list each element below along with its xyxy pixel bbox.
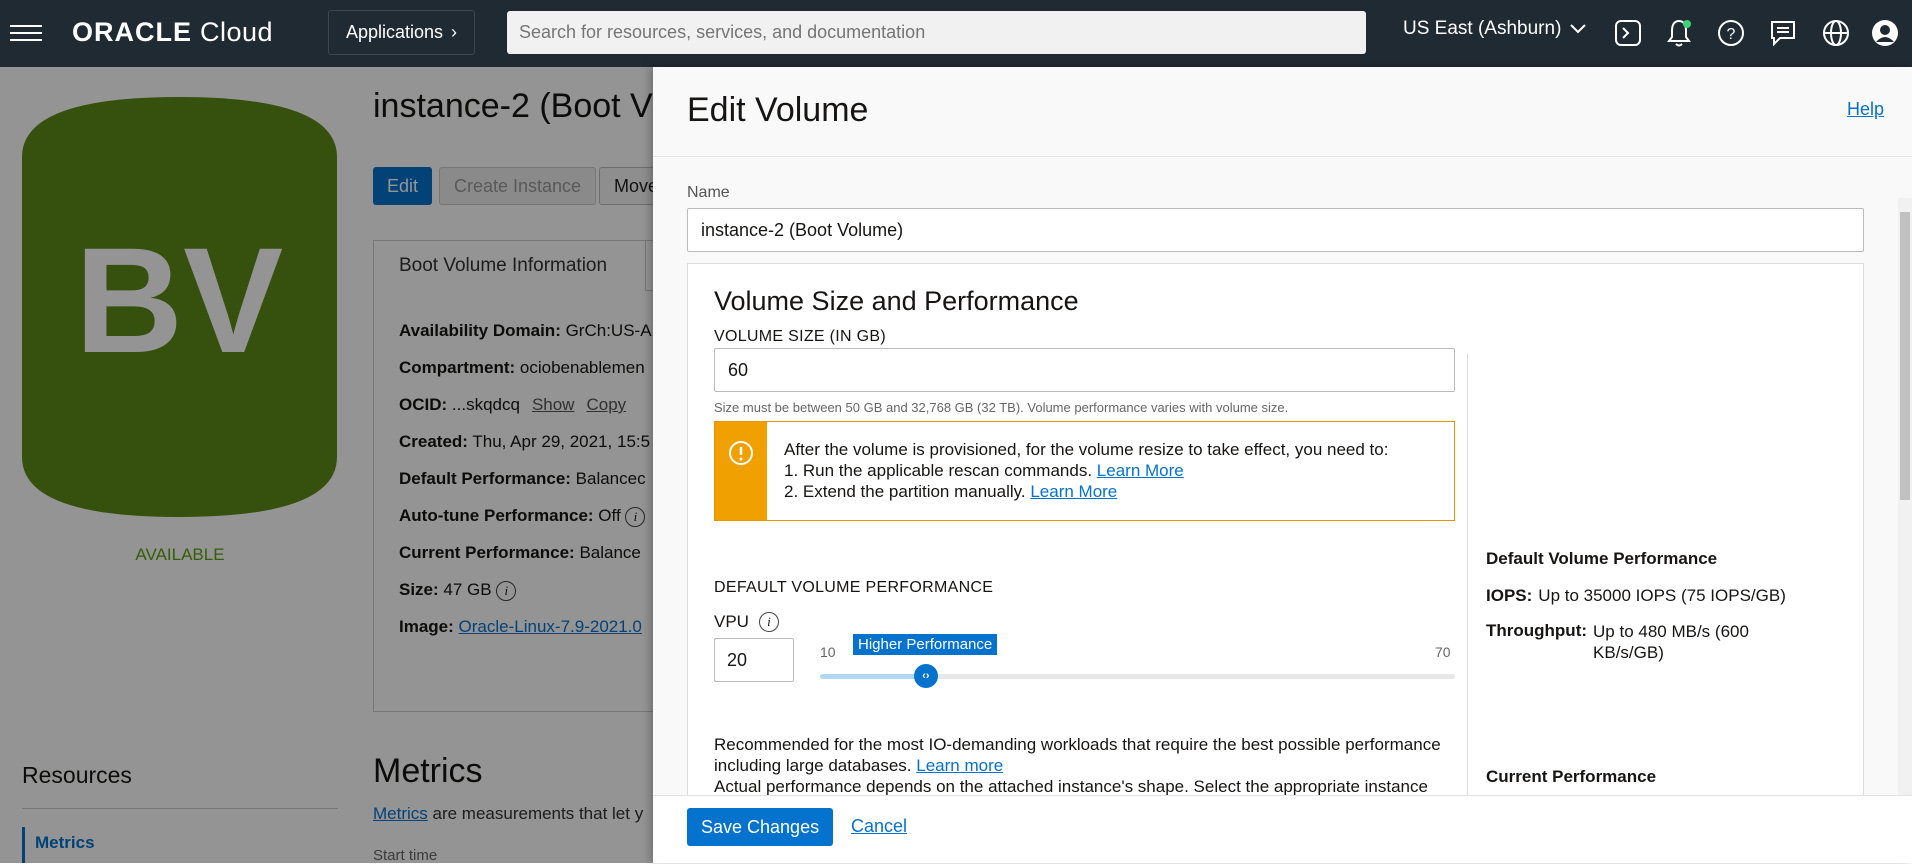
- name-input[interactable]: [687, 208, 1864, 252]
- modal-overlay[interactable]: [0, 67, 653, 863]
- search-input[interactable]: [507, 11, 1366, 54]
- slider-max-label: 70: [1435, 644, 1451, 660]
- save-changes-button[interactable]: Save Changes: [687, 808, 834, 846]
- learn-more-performance-link[interactable]: Learn more: [916, 756, 1003, 775]
- top-navigation-bar: ORACLE Cloud Applications› US East (Ashb…: [0, 0, 1912, 67]
- card-title: Volume Size and Performance: [714, 286, 1079, 316]
- cancel-link[interactable]: Cancel: [851, 816, 907, 837]
- panel-footer: Save Changes Cancel: [653, 795, 1912, 863]
- chevron-down-icon: [1570, 24, 1587, 34]
- edit-volume-panel: Edit Volume Help Name Volume Size and Pe…: [653, 67, 1912, 863]
- chat-icon[interactable]: [1764, 14, 1802, 52]
- help-icon[interactable]: ?: [1712, 14, 1750, 52]
- learn-more-rescan-link[interactable]: Learn More: [1097, 461, 1184, 480]
- panel-body: Name Volume Size and Performance VOLUME …: [653, 158, 1912, 795]
- oracle-cloud-logo[interactable]: ORACLE Cloud: [72, 17, 273, 48]
- warning-line-2: 1. Run the applicable rescan commands. L…: [784, 461, 1184, 480]
- resize-warning-alert: After the volume is provisioned, for the…: [714, 421, 1455, 521]
- default-volume-performance-label: DEFAULT VOLUME PERFORMANCE: [714, 579, 994, 596]
- performance-recommendation-text: Recommended for the most IO-demanding wo…: [714, 735, 1441, 795]
- chevron-right-icon: ›: [451, 22, 458, 42]
- vpu-input[interactable]: [714, 638, 794, 682]
- volume-size-hint: Size must be between 50 GB and 32,768 GB…: [714, 400, 1289, 415]
- region-selector[interactable]: US East (Ashburn): [1403, 18, 1587, 40]
- warning-line-1: After the volume is provisioned, for the…: [784, 440, 1389, 459]
- iops-row: IOPS: Up to 35000 IOPS (75 IOPS/GB): [1486, 586, 1786, 605]
- svg-text:?: ?: [1727, 26, 1736, 43]
- warning-icon: [729, 441, 753, 465]
- cloud-shell-icon[interactable]: [1609, 14, 1647, 52]
- slider-tooltip: Higher Performance: [853, 634, 998, 655]
- scrollbar-thumb[interactable]: [1900, 212, 1910, 500]
- volume-size-input[interactable]: [714, 348, 1455, 392]
- throughput-row: Throughput: Up to 480 MB/s (600 KB/s/GB): [1486, 621, 1749, 662]
- help-link[interactable]: Help: [1847, 99, 1884, 120]
- current-performance-title: Current Performance: [1486, 767, 1657, 786]
- vpu-slider-handle[interactable]: ‹›: [913, 664, 938, 688]
- name-label: Name: [687, 184, 730, 201]
- info-icon[interactable]: i: [758, 612, 779, 632]
- volume-size-performance-card: Volume Size and Performance VOLUME SIZE …: [687, 263, 1864, 795]
- learn-more-partition-link[interactable]: Learn More: [1030, 482, 1117, 501]
- globe-icon[interactable]: [1817, 14, 1855, 52]
- vpu-label: VPU i: [714, 612, 779, 632]
- vpu-slider-fill: [820, 674, 926, 679]
- volume-size-label: VOLUME SIZE (IN GB): [714, 328, 886, 345]
- panel-title: Edit Volume: [687, 91, 869, 129]
- warning-line-3: 2. Extend the partition manually. Learn …: [784, 482, 1118, 501]
- default-volume-performance-title: Default Volume Performance: [1486, 549, 1718, 568]
- slider-min-label: 10: [820, 644, 836, 660]
- hamburger-menu-icon[interactable]: [10, 20, 42, 46]
- user-icon[interactable]: [1866, 14, 1904, 52]
- applications-button[interactable]: Applications ›: [328, 10, 475, 55]
- bell-icon[interactable]: [1660, 14, 1698, 52]
